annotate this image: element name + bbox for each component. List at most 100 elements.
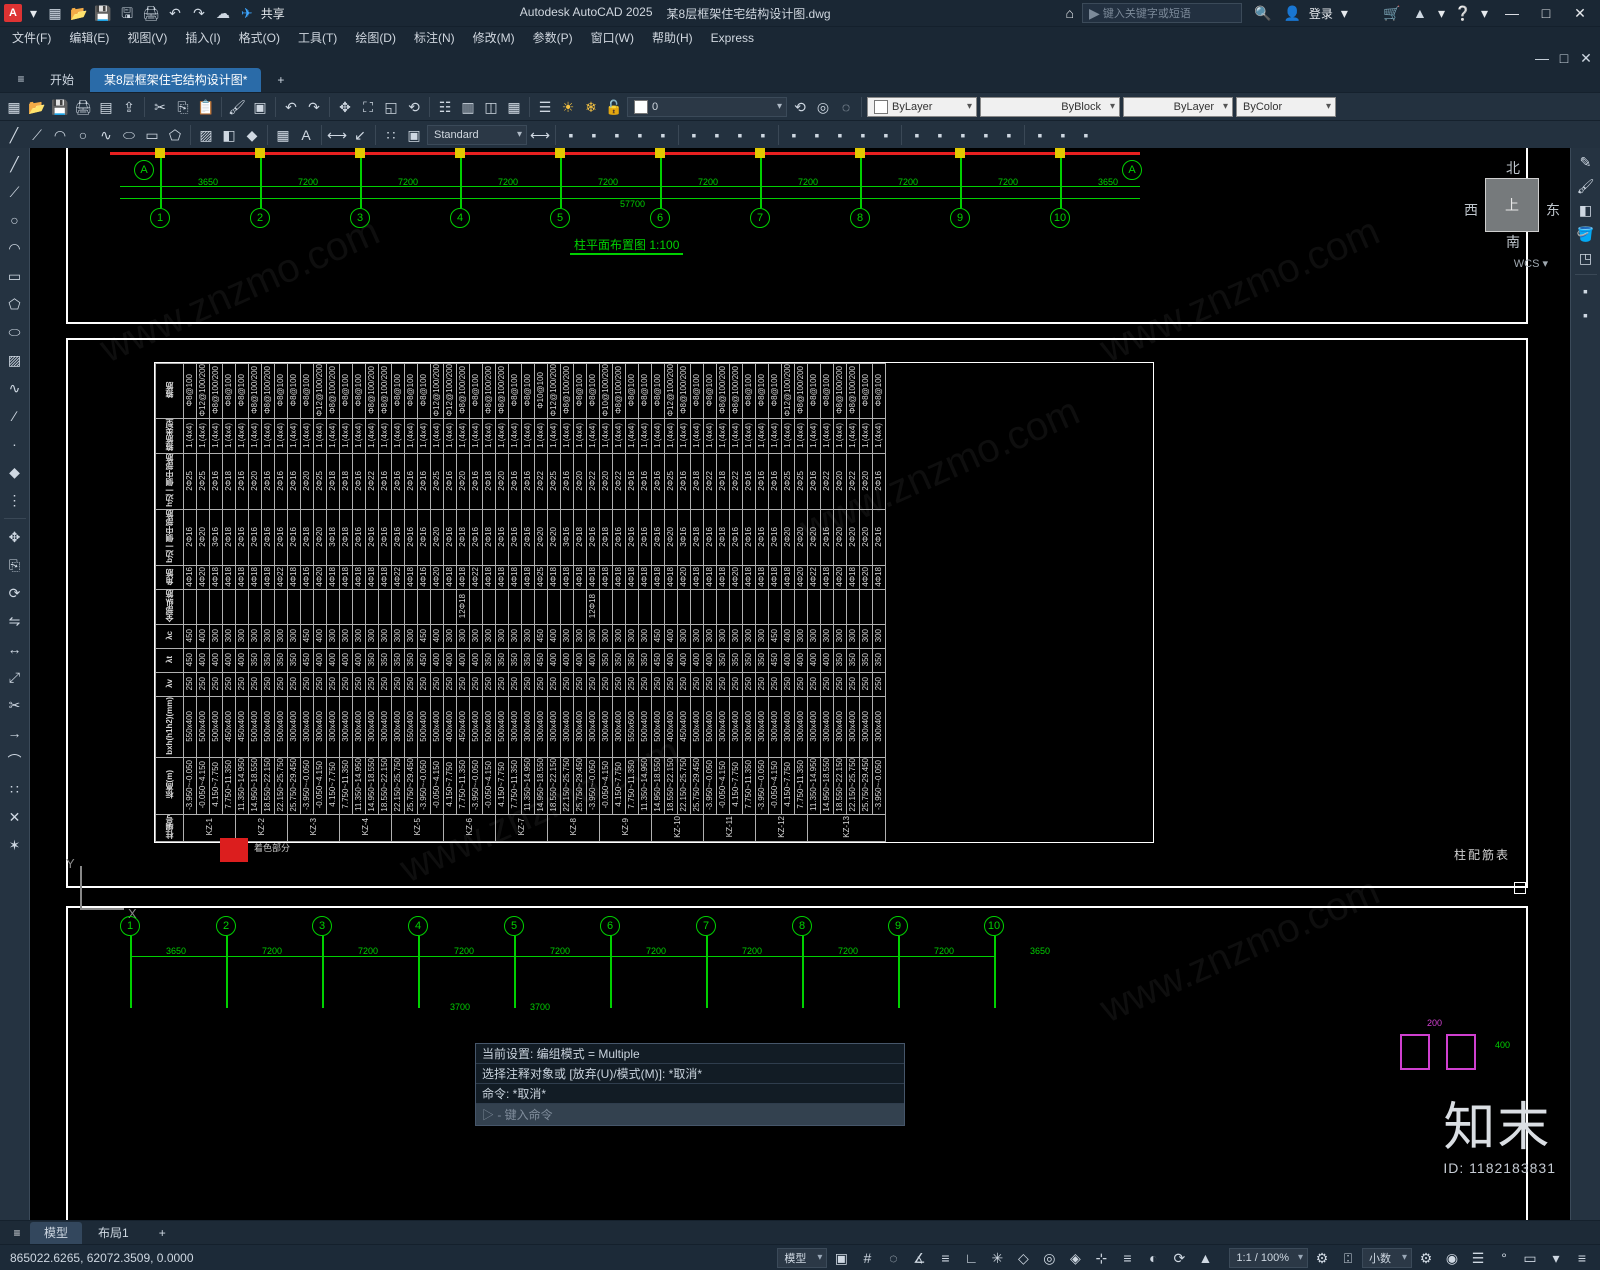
match-icon[interactable]: 🖌 <box>227 97 247 117</box>
status-otrack-icon[interactable]: ⊹ <box>1089 1247 1113 1269</box>
gradient-icon[interactable]: ◧ <box>219 125 239 145</box>
status-ortho-icon[interactable]: ∟ <box>959 1247 983 1269</box>
viewcube[interactable]: 北 西 东 南 上 WCS ▾ <box>1466 158 1558 278</box>
doc-close-button[interactable]: ✕ <box>1576 48 1596 68</box>
textstyle-combo[interactable]: Standard <box>427 125 527 145</box>
autodesk-chevron[interactable]: ▾ <box>1438 6 1445 20</box>
q1-icon[interactable]: ▪ <box>684 125 704 145</box>
file-tab[interactable]: 开始 <box>36 68 88 92</box>
signin-label[interactable]: 登录 <box>1309 5 1333 22</box>
user-icon[interactable]: 👤 <box>1283 6 1300 20</box>
r1-icon[interactable]: ▪ <box>784 125 804 145</box>
help-chevron[interactable]: ▾ <box>1481 6 1488 20</box>
arc-icon[interactable]: ◠ <box>2 236 28 260</box>
plotstyle-combo[interactable]: ByColor <box>1236 97 1336 117</box>
array-icon[interactable]: ∷ <box>381 125 401 145</box>
cmd-input[interactable]: ▷ - 键入命令 <box>476 1104 904 1125</box>
status-ann-icon[interactable]: ▲ <box>1193 1247 1217 1269</box>
block-icon[interactable]: ▣ <box>250 97 270 117</box>
status-cycle-icon[interactable]: ⟳ <box>1167 1247 1191 1269</box>
layer-prev-icon[interactable]: ⟲ <box>790 97 810 117</box>
gradient-icon[interactable]: ◧ <box>1576 200 1596 220</box>
coordinates-readout[interactable]: 865022.6265, 62072.3509, 0.0000 <box>0 1251 204 1265</box>
hatch-icon[interactable]: ▨ <box>2 348 28 372</box>
help-icon[interactable]: ❔ <box>1453 3 1473 23</box>
menu-插入[interactable]: 插入(I) <box>177 27 228 48</box>
status-workspace-icon[interactable]: ⚙ <box>1414 1247 1438 1269</box>
pencil-icon[interactable]: ✎ <box>1576 152 1596 172</box>
s2-icon[interactable]: ▪ <box>930 125 950 145</box>
save-icon[interactable]: 💾 <box>93 3 113 23</box>
sheet-icon[interactable]: ▥ <box>458 97 478 117</box>
app-switcher-icon[interactable]: 🛒 <box>1382 3 1402 23</box>
menu-帮助[interactable]: 帮助(H) <box>644 27 701 48</box>
new-icon[interactable]: ▦ <box>45 3 65 23</box>
layout-tab[interactable]: 布局1 <box>84 1222 143 1244</box>
close-button[interactable]: ✕ <box>1564 2 1596 24</box>
viewcube-west[interactable]: 西 <box>1464 200 1478 220</box>
annotation-scale-icon[interactable]: ⍠ <box>1336 1247 1360 1269</box>
t3-icon[interactable]: ▪ <box>1076 125 1096 145</box>
arc-icon[interactable]: ◠ <box>50 125 70 145</box>
units-combo[interactable]: 小数 <box>1362 1248 1412 1268</box>
open-icon[interactable]: 📂 <box>69 3 89 23</box>
autodesk-icon[interactable]: ▲ <box>1410 3 1430 23</box>
signin-chevron[interactable]: ▾ <box>1341 6 1348 20</box>
zoom-ext-icon[interactable]: ⛶ <box>358 97 378 117</box>
menu-视图[interactable]: 视图(V) <box>119 27 175 48</box>
status-grid-icon[interactable]: # <box>855 1247 879 1269</box>
pline-icon[interactable]: ⟋ <box>2 180 28 204</box>
menu-绘图[interactable]: 绘图(D) <box>347 27 404 48</box>
undo-icon[interactable]: ↶ <box>281 97 301 117</box>
brush-icon[interactable]: 🖌 <box>1576 176 1596 196</box>
xline-icon[interactable]: ∕ <box>2 404 28 428</box>
q3-icon[interactable]: ▪ <box>730 125 750 145</box>
file-tab[interactable]: 某8层框架住宅结构设计图* <box>90 68 261 92</box>
region-icon[interactable]: ◆ <box>242 125 262 145</box>
dim-icon[interactable]: ⟷ <box>327 125 347 145</box>
share-icon[interactable]: ☁ <box>213 3 233 23</box>
circle-icon[interactable]: ○ <box>73 125 93 145</box>
r5-icon[interactable]: ▪ <box>876 125 896 145</box>
new-icon[interactable]: ▦ <box>4 97 24 117</box>
p4-icon[interactable]: ▪ <box>630 125 650 145</box>
menu-参数[interactable]: 参数(P) <box>525 27 581 48</box>
point-icon[interactable]: · <box>2 432 28 456</box>
viewcube-south[interactable]: 南 <box>1506 232 1520 252</box>
scale-combo[interactable]: 1:1 / 100% <box>1229 1248 1308 1268</box>
layer-ico-icon[interactable]: ☰ <box>535 97 555 117</box>
layout-tab[interactable]: + <box>145 1222 180 1244</box>
q2-icon[interactable]: ▪ <box>707 125 727 145</box>
menu-窗口[interactable]: 窗口(W) <box>583 27 642 48</box>
undo-icon[interactable]: ↶ <box>165 3 185 23</box>
paint-icon[interactable]: 🪣 <box>1576 224 1596 244</box>
tool-pal-icon[interactable]: ◫ <box>481 97 501 117</box>
app-logo[interactable]: A <box>4 4 22 22</box>
layout-tab[interactable]: 模型 <box>30 1222 82 1244</box>
saveas-icon[interactable]: 🖫 <box>117 3 137 23</box>
status-model-icon[interactable]: ▣ <box>829 1247 853 1269</box>
line-icon[interactable]: ╱ <box>2 152 28 176</box>
divide-icon[interactable]: ⋮ <box>2 488 28 512</box>
drawing-canvas[interactable]: www.znzmo.com www.znzmo.com www.znzmo.co… <box>30 148 1570 1220</box>
spline-icon[interactable]: ∿ <box>96 125 116 145</box>
viewcube-wcs[interactable]: WCS ▾ <box>1514 257 1548 270</box>
p3-icon[interactable]: ▪ <box>607 125 627 145</box>
scale-icon[interactable]: ⤢ <box>2 665 28 689</box>
status-dyn-icon[interactable]: ≡ <box>933 1247 957 1269</box>
search-input[interactable]: ▶ 键入关键字或短语 <box>1082 3 1242 23</box>
doc-minimize-button[interactable]: — <box>1532 48 1552 68</box>
file-tab[interactable]: + <box>263 68 298 92</box>
app-menu-chevron[interactable]: ▾ <box>30 6 37 20</box>
tab-list-icon[interactable]: ≡ <box>8 66 34 92</box>
menu-标注[interactable]: 标注(N) <box>406 27 463 48</box>
props-icon[interactable]: ☷ <box>435 97 455 117</box>
ellipse-icon[interactable]: ⬭ <box>119 125 139 145</box>
status-lwt-icon[interactable]: ≡ <box>1115 1247 1139 1269</box>
cut-icon[interactable]: ✂ <box>150 97 170 117</box>
status-clean-icon[interactable]: ▭ <box>1518 1247 1542 1269</box>
move-icon[interactable]: ✥ <box>2 525 28 549</box>
share-label[interactable]: 共享 <box>261 5 285 22</box>
erase-icon[interactable]: ✕ <box>2 805 28 829</box>
menu-编辑[interactable]: 编辑(E) <box>61 27 117 48</box>
